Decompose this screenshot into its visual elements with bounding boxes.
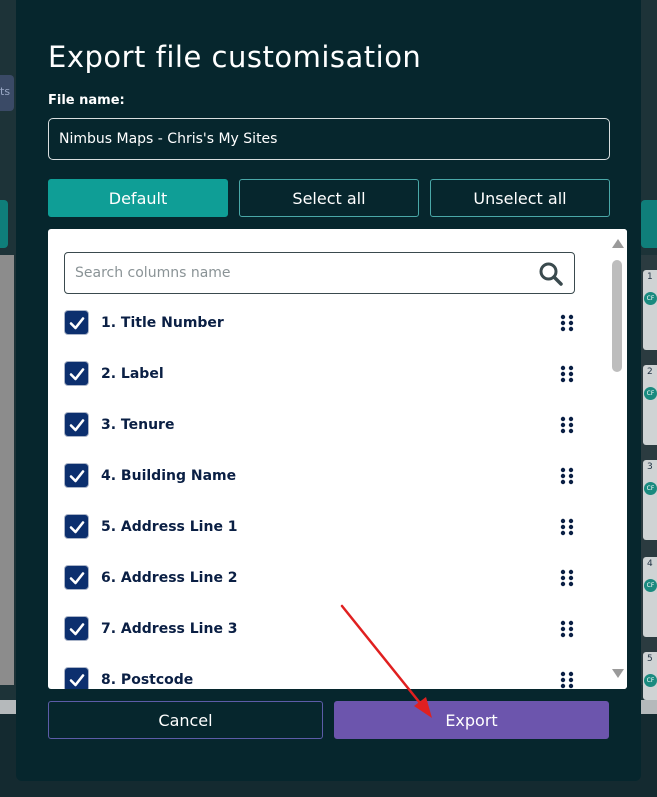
background-site-card: 4 CF: [643, 557, 657, 637]
default-button[interactable]: Default: [48, 179, 228, 217]
background-right-button: [641, 200, 657, 248]
column-label: 1. Title Number: [101, 315, 224, 331]
column-search-input[interactable]: [75, 253, 525, 293]
background-site-card: 5 CF: [643, 652, 657, 700]
column-label: 8. Postcode: [101, 672, 194, 688]
list-item: 4. Building Name: [48, 453, 608, 504]
background-left-tab: ts: [0, 75, 14, 111]
list-item: 3. Tenure: [48, 402, 608, 453]
column-checkbox[interactable]: [64, 616, 89, 641]
unselect-all-button[interactable]: Unselect all: [430, 179, 610, 217]
column-checkbox[interactable]: [64, 361, 89, 386]
drag-handle-icon[interactable]: [558, 671, 576, 689]
file-name-input[interactable]: [48, 118, 610, 160]
list-scrollbar[interactable]: [608, 229, 627, 689]
drag-handle-icon[interactable]: [558, 467, 576, 485]
column-checkbox[interactable]: [64, 667, 89, 689]
file-name-label: File name:: [48, 93, 125, 108]
export-button[interactable]: Export: [334, 701, 609, 739]
drag-handle-icon[interactable]: [558, 365, 576, 383]
checkmark-icon: [69, 419, 85, 432]
column-checkbox[interactable]: [64, 565, 89, 590]
checkmark-icon: [69, 674, 85, 687]
column-label: 4. Building Name: [101, 468, 237, 484]
scroll-up-arrow-icon[interactable]: [612, 239, 624, 248]
drag-handle-icon[interactable]: [558, 569, 576, 587]
drag-handle-icon[interactable]: [558, 620, 576, 638]
select-all-button[interactable]: Select all: [239, 179, 419, 217]
background-site-card: 2 CF: [643, 365, 657, 445]
column-label: 5. Address Line 1: [101, 519, 238, 535]
column-label: 7. Address Line 3: [101, 621, 238, 637]
drag-handle-icon[interactable]: [558, 518, 576, 536]
export-customisation-dialog: Export file customisation File name: Def…: [16, 0, 641, 781]
drag-handle-icon[interactable]: [558, 314, 576, 332]
list-item: 1. Title Number: [48, 300, 608, 351]
cancel-button[interactable]: Cancel: [48, 701, 323, 739]
column-checkbox[interactable]: [64, 463, 89, 488]
checkmark-icon: [69, 572, 85, 585]
scroll-down-arrow-icon[interactable]: [612, 669, 624, 678]
list-item: 6. Address Line 2: [48, 555, 608, 606]
column-label: 6. Address Line 2: [101, 570, 238, 586]
drag-handle-icon[interactable]: [558, 416, 576, 434]
background-left-panel: [0, 255, 14, 685]
list-item: 8. Postcode: [48, 657, 608, 689]
list-item: 2. Label: [48, 351, 608, 402]
column-search-box: [64, 252, 575, 294]
column-checkbox[interactable]: [64, 514, 89, 539]
checkmark-icon: [69, 317, 85, 330]
columns-list: 1. Title Number 2. Label 3. Tenure 4. Bu…: [48, 300, 608, 689]
search-icon[interactable]: [538, 261, 564, 287]
columns-list-panel: 1. Title Number 2. Label 3. Tenure 4. Bu…: [48, 229, 627, 689]
checkmark-icon: [69, 470, 85, 483]
checkmark-icon: [69, 521, 85, 534]
background-site-card: 3 CF: [643, 460, 657, 540]
list-item: 5. Address Line 1: [48, 504, 608, 555]
background-site-card: 1 CF: [643, 270, 657, 350]
column-checkbox[interactable]: [64, 310, 89, 335]
background-left-button: [0, 200, 8, 248]
column-label: 2. Label: [101, 366, 164, 382]
scroll-thumb[interactable]: [612, 260, 622, 372]
list-item: 7. Address Line 3: [48, 606, 608, 657]
column-checkbox[interactable]: [64, 412, 89, 437]
checkmark-icon: [69, 623, 85, 636]
dialog-title: Export file customisation: [48, 40, 422, 74]
checkmark-icon: [69, 368, 85, 381]
column-label: 3. Tenure: [101, 417, 175, 433]
